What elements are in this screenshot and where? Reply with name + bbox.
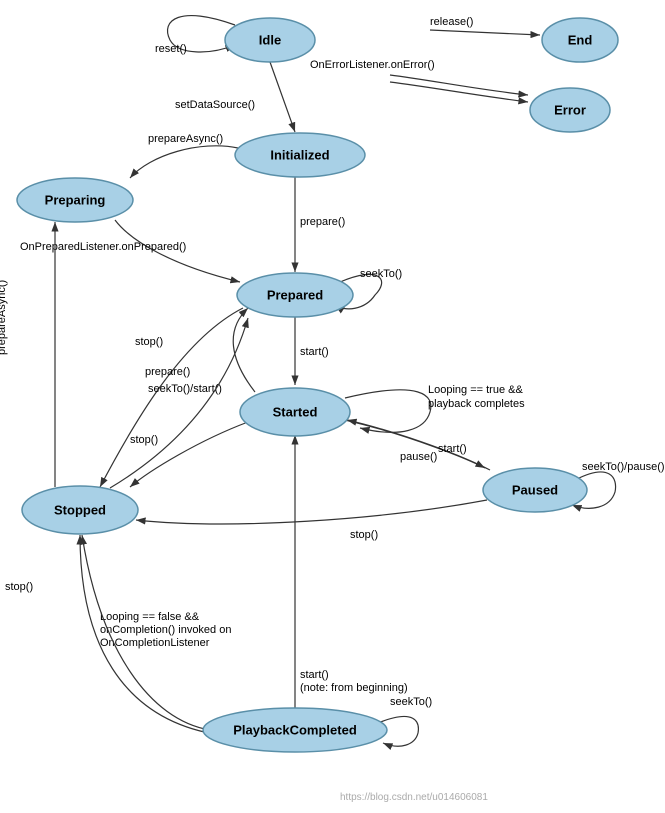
state-error-label: Error (554, 103, 586, 118)
label-stop-prepared: stop() (135, 336, 163, 348)
label-prepare-started: prepare() (145, 366, 190, 378)
state-prepared-label: Prepared (267, 288, 323, 303)
arrow-stop-prepared (100, 308, 243, 487)
label-seekto-playback: seekTo() (390, 696, 432, 708)
label-start-playbackcompleted-2: (note: from beginning) (300, 682, 408, 694)
state-end-label: End (568, 33, 593, 48)
state-stopped-label: Stopped (54, 503, 106, 518)
state-paused-label: Paused (512, 483, 558, 498)
arrow-looping-true (345, 390, 431, 433)
label-seekto-prepared: seekTo() (360, 268, 402, 280)
state-initialized-label: Initialized (270, 148, 329, 163)
watermark: https://blog.csdn.net/u014606081 (340, 792, 488, 803)
state-idle-label: Idle (259, 33, 281, 48)
label-start-playbackcompleted-1: start() (300, 669, 329, 681)
label-seekto-start: seekTo()/start() (148, 383, 222, 395)
label-prepare-init: prepare() (300, 216, 345, 228)
label-looping-true-1: Looping == true && (428, 384, 523, 396)
label-prepareasync-init: prepareAsync() (148, 133, 223, 145)
state-playbackcompleted-label: PlaybackCompleted (233, 723, 357, 738)
arrow-setdatasource (270, 62, 295, 132)
label-looping-false-2: onCompletion() invoked on (100, 624, 231, 636)
label-onprepared: OnPreparedListener.onPrepared() (20, 241, 186, 253)
label-start-paused: start() (438, 443, 467, 455)
arrow-stop-started (130, 422, 248, 487)
state-started-label: Started (273, 405, 318, 420)
label-looping-true-2: playback completes (428, 398, 525, 410)
label-stop-left: stop() (5, 581, 33, 593)
label-stop-started: stop() (130, 434, 158, 446)
arrow-release (430, 30, 540, 35)
arrow-prepareasync-init (130, 146, 238, 178)
label-looping-false-1: Looping == false && (100, 611, 200, 623)
label-onerror: OnErrorListener.onError() (310, 59, 435, 71)
arrow-stop-paused (136, 500, 487, 524)
label-stop-paused: stop() (350, 529, 378, 541)
label-prepareasync-stopped: prepareAsync() (0, 280, 8, 355)
label-setdatasource: setDataSource() (175, 99, 255, 111)
state-preparing-label: Preparing (45, 193, 106, 208)
label-release: release() (430, 16, 473, 28)
label-seekto-pause: seekTo()/pause() (582, 461, 665, 473)
label-start-prepared: start() (300, 346, 329, 358)
label-reset: reset() (155, 43, 187, 55)
label-pause: pause() (400, 451, 437, 463)
arrow-prepare-stopped (110, 318, 248, 488)
